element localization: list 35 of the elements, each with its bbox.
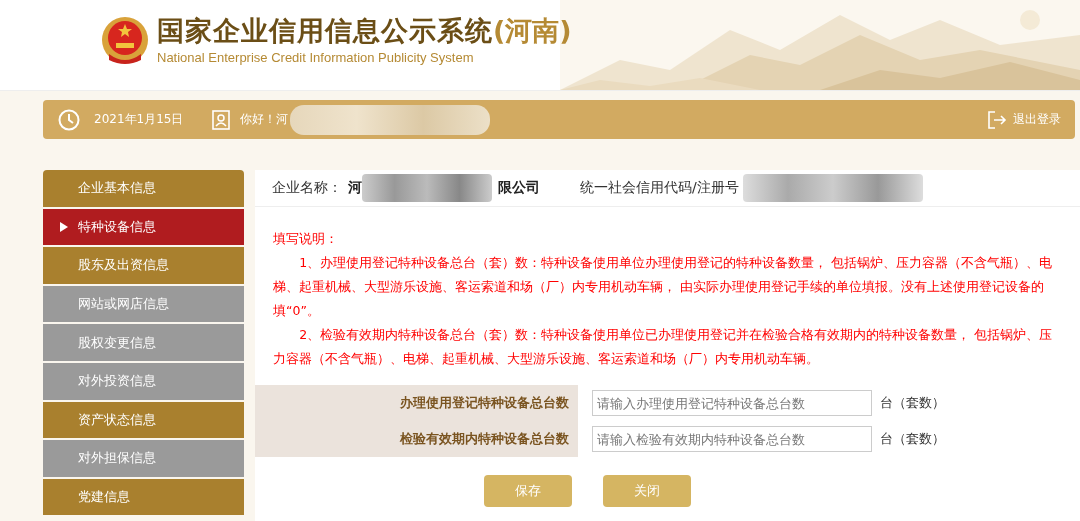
action-button[interactable]: 保存 — [484, 475, 572, 507]
sidebar-item[interactable]: 网站或网店信息 — [43, 285, 244, 323]
sidebar-item[interactable]: 特种设备信息 — [43, 208, 244, 246]
unit-label: 台（套数） — [880, 394, 945, 412]
input-field[interactable]: 请输入办理使用登记特种设备总台数 — [592, 390, 872, 416]
greeting-text: 你好！河 — [240, 111, 289, 128]
emblem-icon — [101, 15, 149, 64]
unit-label: 台（套数） — [880, 430, 945, 448]
company-name: 限公司 — [498, 179, 540, 197]
sidebar-item[interactable]: 对外投资信息 — [43, 362, 244, 400]
date-text: 2021年1月15日 — [94, 111, 184, 128]
company-name: 河 — [348, 179, 362, 197]
logout-link[interactable]: 退出登录 — [987, 109, 1061, 130]
site-title: 国家企业信用信息公示系统 — [157, 14, 493, 48]
field-label: 办理使用登记特种设备总台数 — [255, 385, 578, 421]
sidebar-item[interactable]: 对外担保信息 — [43, 440, 244, 477]
notes-title: 填写说明： — [273, 230, 339, 248]
instruction-text: 2、检验有效期内特种设备总台（套）数：特种设备使用单位已办理使用登记并在检验合格有效期内的特种设备数量， 包括锅炉、压力容器（不含气瓶）、电梯、起重机械、大型游乐设施、客运索道和场（厂）内专用机动车辆。 — [273, 326, 1054, 368]
site-subtitle: National Enterprise Credit Information Publicity System — [157, 50, 475, 65]
sidebar-item[interactable]: 党建信息 — [43, 478, 244, 516]
instruction-text: 1、办理使用登记特种设备总台（套）数：特种设备使用单位办理使用登记的特种设备数量， 包括锅炉、压力容器（不含气瓶）、电梯、起重机械、大型游乐设施、客运索道和场（厂）内专用机动车辆， 由实际办理使用登记手续的单位填报。没有上述使用登记设备的填“0”。 — [273, 254, 1054, 320]
field-label: 检验有效期内特种设备总台数 — [255, 421, 578, 457]
region-label: (河南) — [493, 14, 572, 48]
triangle-icon — [60, 221, 68, 232]
sidebar-item[interactable]: 股权变更信息 — [43, 324, 244, 361]
field-label: 企业名称： — [272, 179, 342, 197]
clock-icon — [58, 108, 80, 131]
input-field[interactable]: 请输入检验有效期内特种设备总台数 — [592, 426, 872, 452]
sidebar-item[interactable]: 资产状态信息 — [43, 401, 244, 439]
field-label: 统一社会信用代码/注册号 — [580, 179, 739, 197]
action-button[interactable]: 关闭 — [603, 475, 691, 507]
sidebar-item[interactable]: 企业基本信息 — [43, 170, 244, 207]
logout-icon — [987, 109, 1007, 130]
sidebar-item[interactable]: 股东及出资信息 — [43, 247, 244, 284]
user-card-icon — [211, 108, 232, 131]
